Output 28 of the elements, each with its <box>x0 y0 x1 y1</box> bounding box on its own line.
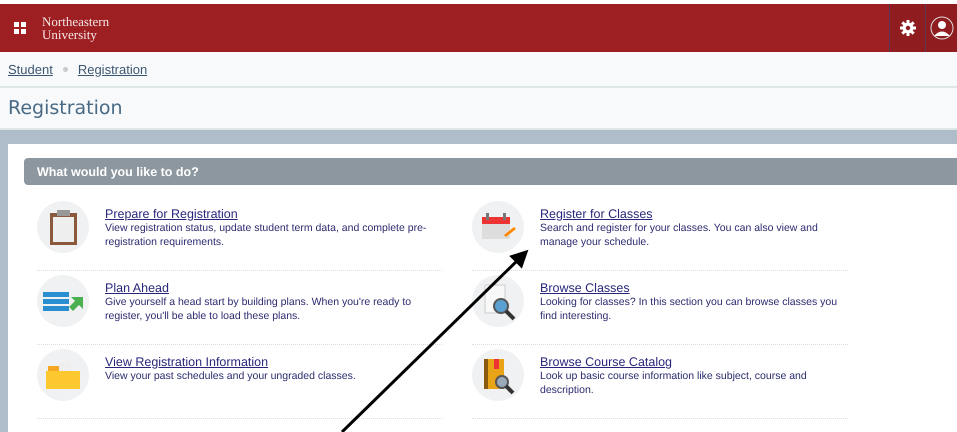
item-description: View your past schedules and your ungraded classes. <box>105 369 356 383</box>
page-title: Registration <box>0 88 957 130</box>
item-link[interactable]: Prepare for Registration <box>105 207 442 221</box>
profile-button[interactable] <box>925 4 957 52</box>
item-link[interactable]: Plan Ahead <box>105 281 442 295</box>
breadcrumb-link[interactable]: Student <box>8 62 53 76</box>
item-description: Look up basic course information like subject, course and description. <box>540 369 808 397</box>
settings-icon <box>898 19 916 37</box>
logo-text: University <box>42 28 98 41</box>
document-search-icon <box>472 275 524 327</box>
item-description: Looking for classes? In this section you can browse classes you find interesting. <box>540 295 838 323</box>
panel-heading: What would you like to do? <box>24 158 957 185</box>
item-link[interactable]: Browse Classes <box>540 281 848 295</box>
item-description: Give yourself a head start by building plans. When you're ready to register, you'll be able to load these plans. <box>105 295 412 323</box>
logo-text: Northeastern <box>42 15 110 28</box>
item-link[interactable]: Browse Course Catalog <box>540 355 848 369</box>
grid-menu-icon[interactable] <box>14 22 26 34</box>
settings-button[interactable] <box>889 4 925 52</box>
clipboard-icon <box>37 201 89 253</box>
item-description: Search and register for your classes. You can also view and manage your schedule. <box>540 221 819 249</box>
item-link[interactable]: Register for Classes <box>540 207 848 221</box>
book-search-icon <box>472 349 524 401</box>
item-link[interactable]: View Registration Information <box>105 355 356 369</box>
breadcrumb-link[interactable]: Registration <box>78 62 148 76</box>
user-icon <box>930 16 954 40</box>
calendar-icon <box>472 201 524 253</box>
folder-icon <box>37 349 89 401</box>
item-description: View registration status, update student term data, and complete pre-registration requirements. <box>105 221 428 249</box>
